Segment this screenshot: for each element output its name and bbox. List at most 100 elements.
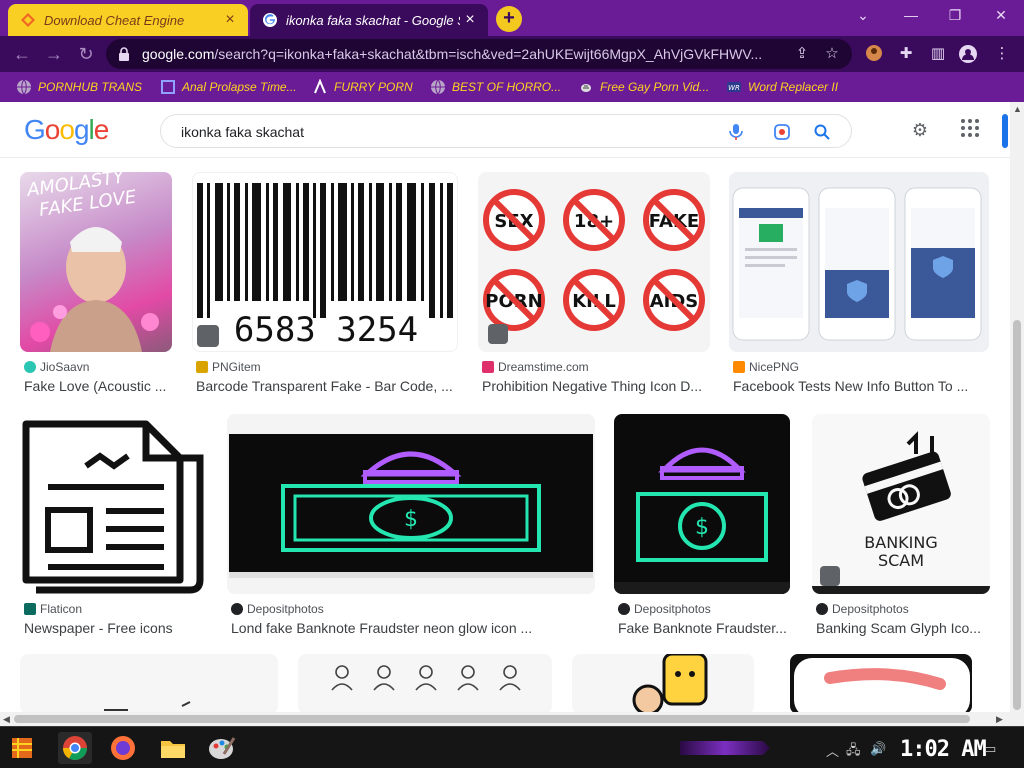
result-source[interactable]: PNGitem	[196, 360, 261, 374]
start-icon[interactable]	[6, 732, 40, 764]
scroll-right-arrow[interactable]: ▶	[996, 714, 1003, 725]
account-icon[interactable]	[958, 44, 978, 64]
result-source[interactable]: Depositphotos	[618, 602, 711, 616]
restore-button[interactable]: ❐	[940, 4, 970, 26]
menu-icon[interactable]: ⋮	[992, 44, 1012, 64]
paint-icon[interactable]	[204, 732, 238, 764]
image-result[interactable]: Flaticon Newspaper - Free icons	[20, 414, 208, 644]
back-button[interactable]: ←	[10, 42, 34, 66]
result-thumbnail[interactable]	[572, 654, 754, 712]
volume-icon[interactable]: 🔊	[870, 741, 886, 757]
tab-download-cheat-engine[interactable]: Download Cheat Engine ×	[8, 4, 248, 36]
result-caption[interactable]: Fake Banknote Fraudster...	[618, 620, 790, 636]
bookmark-star-icon[interactable]: ☆	[822, 44, 842, 64]
source-label: Depositphotos	[634, 602, 711, 616]
side-panel-icon[interactable]: ▥	[928, 44, 948, 64]
result-thumbnail[interactable]: AMOLASTY FAKE LOVE	[20, 172, 172, 352]
svg-text:$: $	[695, 515, 709, 540]
settings-gear-icon[interactable]: ⚙	[908, 118, 932, 142]
scrollbar-thumb[interactable]	[1013, 320, 1021, 710]
image-result[interactable]: $ Depositphotos Lond fake Banknote Fraud…	[227, 414, 595, 644]
image-result[interactable]: $ Depositphotos Fake Banknote Fraudster.…	[614, 414, 790, 644]
result-thumbnail[interactable]: SEX18+FAKEPORNKILLAIDS	[478, 172, 710, 352]
result-caption[interactable]: Banking Scam Glyph Ico...	[816, 620, 990, 636]
image-result[interactable]: 6583 3254 PNGitem Barcode Transparent Fa…	[192, 172, 458, 402]
result-thumbnail[interactable]: $	[614, 414, 790, 594]
url-text[interactable]: google.com/search?q=ikonka+faka+skachat&…	[142, 46, 772, 62]
chrome-icon[interactable]	[58, 732, 92, 764]
result-source[interactable]: Depositphotos	[816, 602, 909, 616]
profile-avatar-small[interactable]	[864, 44, 884, 64]
result-caption[interactable]: Lond fake Banknote Fraudster neon glow i…	[231, 620, 595, 636]
network-icon[interactable]: 🖧	[846, 741, 861, 763]
result-thumbnail[interactable]: $	[227, 414, 595, 594]
reload-button[interactable]: ↻	[74, 42, 98, 66]
result-source[interactable]: Flaticon	[24, 602, 82, 616]
notifications-icon[interactable]: ▭	[984, 741, 996, 757]
source-label: Flaticon	[40, 602, 83, 616]
close-window-button[interactable]: ✕	[986, 4, 1016, 26]
tab-close-button[interactable]: ×	[220, 10, 240, 30]
clock[interactable]: 1:02 AM	[900, 737, 987, 762]
bookmark-item[interactable]: FURRY PORN	[312, 78, 413, 96]
firefox-icon[interactable]	[106, 732, 140, 764]
sign-in-bar[interactable]	[1002, 114, 1008, 148]
apps-grid-icon[interactable]	[958, 118, 982, 142]
result-source[interactable]: Depositphotos	[231, 602, 324, 616]
result-thumbnail[interactable]	[20, 654, 278, 712]
search-box[interactable]: ikonka faka skachat	[160, 114, 852, 148]
newspaper-icon-image	[22, 420, 204, 594]
file-explorer-icon[interactable]	[156, 732, 190, 764]
forward-button[interactable]: →	[42, 42, 66, 66]
result-thumbnail[interactable]	[298, 654, 552, 712]
image-result[interactable]: SEX18+FAKEPORNKILLAIDS Dreamstime.com Pr…	[478, 172, 710, 402]
search-icon[interactable]	[813, 123, 831, 141]
bookmark-item[interactable]: WR Word Replacer II	[726, 78, 838, 96]
image-result[interactable]	[20, 654, 278, 712]
tray-overflow-icon[interactable]: ︿	[826, 741, 839, 760]
result-caption[interactable]: Facebook Tests New Info Button To ...	[733, 378, 989, 394]
image-result[interactable]	[572, 654, 754, 712]
image-result[interactable]: BANKING SCAM Depositphotos Banking Scam …	[812, 414, 990, 644]
scrollbar-thumb[interactable]	[14, 715, 970, 723]
result-thumbnail[interactable]	[790, 654, 972, 712]
horizontal-scrollbar[interactable]: ◀ ▶	[0, 712, 1024, 726]
bookmark-item[interactable]: Anal Prolapse Time...	[160, 78, 297, 96]
result-thumbnail[interactable]: BANKING SCAM	[812, 414, 990, 594]
tab-google-search[interactable]: ikonka faka skachat - Google Se ×	[250, 4, 488, 36]
result-caption[interactable]: Fake Love (Acoustic ...	[24, 378, 172, 394]
result-caption[interactable]: Prohibition Negative Thing Icon D...	[482, 378, 710, 394]
svg-text:$: $	[404, 507, 418, 532]
image-result[interactable]	[790, 654, 972, 712]
share-icon[interactable]: ⇪	[792, 44, 812, 64]
scroll-left-arrow[interactable]: ◀	[3, 714, 10, 725]
image-result[interactable]	[298, 654, 552, 712]
tab-search-icon[interactable]: ⌄	[848, 4, 878, 26]
result-thumbnail[interactable]	[729, 172, 989, 352]
address-bar[interactable]: google.com/search?q=ikonka+faka+skachat&…	[106, 39, 852, 69]
result-thumbnail[interactable]: 6583 3254	[192, 172, 458, 352]
depositphotos-icon	[618, 603, 630, 615]
barcode-number: 6583 3254	[234, 310, 418, 350]
tab-close-button[interactable]: ×	[460, 10, 480, 30]
lens-icon[interactable]	[773, 123, 791, 141]
result-caption[interactable]: Newspaper - Free icons	[24, 620, 208, 636]
result-source[interactable]: JioSaavn	[24, 360, 89, 374]
result-source[interactable]: Dreamstime.com	[482, 360, 589, 374]
bookmark-item[interactable]: PORNHUB TRANS	[16, 78, 142, 96]
result-thumbnail[interactable]	[20, 414, 208, 594]
new-tab-button[interactable]: +	[496, 6, 522, 32]
bookmark-item[interactable]: BEST OF HORRO...	[430, 78, 561, 96]
result-caption[interactable]: Barcode Transparent Fake - Bar Code, ...	[196, 378, 458, 394]
scroll-up-arrow[interactable]: ▲	[1013, 104, 1022, 114]
vertical-scrollbar[interactable]: ▲	[1010, 102, 1024, 712]
google-logo[interactable]: Google	[24, 114, 109, 146]
minimize-button[interactable]: —	[896, 4, 926, 26]
search-input[interactable]: ikonka faka skachat	[181, 124, 304, 140]
result-source[interactable]: NicePNG	[733, 360, 799, 374]
extensions-icon[interactable]: ✚	[896, 44, 916, 64]
bookmark-item[interactable]: Free Gay Porn Vid...	[578, 78, 709, 96]
microphone-icon[interactable]	[727, 123, 745, 141]
image-result[interactable]: NicePNG Facebook Tests New Info Button T…	[729, 172, 989, 402]
image-result[interactable]: AMOLASTY FAKE LOVE JioSaavn Fake Love (A…	[20, 172, 172, 402]
